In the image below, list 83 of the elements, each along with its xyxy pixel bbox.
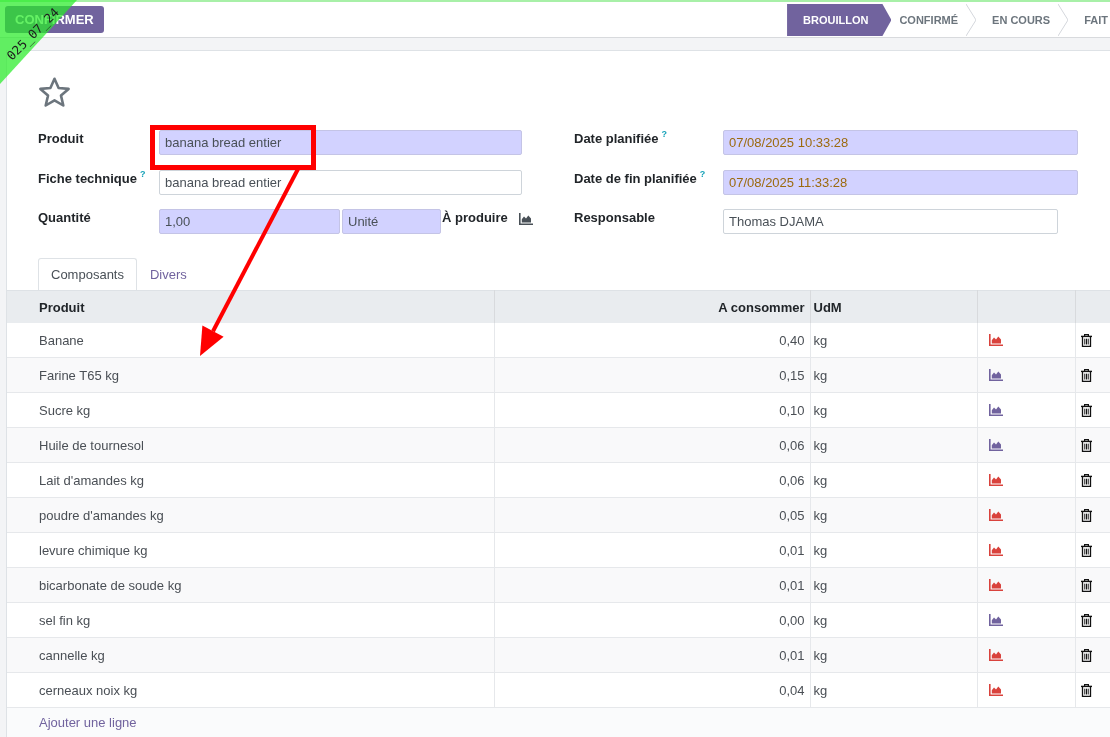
field-label: Date planifiée <box>574 131 659 146</box>
trash-icon[interactable] <box>1080 543 1092 557</box>
unit-cell: kg <box>810 323 977 358</box>
quantity-cell: 0,06 <box>494 427 810 463</box>
tab[interactable]: Composants <box>38 258 137 290</box>
text-input[interactable]: banana bread entier <box>159 169 522 195</box>
trash-icon[interactable] <box>1080 613 1092 627</box>
field-label: Fiche technique <box>38 170 137 186</box>
user-input[interactable]: Thomas DJAMA <box>723 209 1058 234</box>
trash-icon[interactable] <box>1080 403 1092 417</box>
unit-cell: kg <box>810 357 977 393</box>
area-chart-icon[interactable] <box>988 439 1003 451</box>
status-step[interactable]: FAIT <box>1076 4 1110 36</box>
unit-input[interactable]: Unité <box>342 209 441 234</box>
product-cell: cannelle kg <box>7 637 494 673</box>
trash-icon[interactable] <box>1080 683 1092 697</box>
unit-cell: kg <box>810 427 977 463</box>
quantity-cell: 0,00 <box>494 602 810 638</box>
area-chart-icon[interactable] <box>988 369 1003 381</box>
status-step[interactable]: EN COURS <box>984 4 1077 36</box>
column-header: UdM <box>810 290 977 323</box>
product-cell: poudre d'amandes kg <box>7 497 494 533</box>
product-cell: sel fin kg <box>7 602 494 638</box>
quantity-cell: 0,06 <box>494 462 810 498</box>
help-marker[interactable]: ? <box>139 168 146 179</box>
field-label: Responsable <box>574 210 655 225</box>
to-produce-label: À produire <box>442 209 508 227</box>
trash-icon[interactable] <box>1080 508 1092 522</box>
quantity-cell: 0,10 <box>494 392 810 428</box>
unit-cell: kg <box>810 392 977 428</box>
unit-cell: kg <box>810 637 977 673</box>
area-chart-icon[interactable] <box>518 213 533 225</box>
column-header: A consommer <box>494 290 810 323</box>
star-icon[interactable] <box>38 77 71 108</box>
area-chart-icon[interactable] <box>988 614 1003 626</box>
field-label: Produit <box>38 131 84 146</box>
trash-icon[interactable] <box>1080 333 1092 347</box>
tab[interactable]: Divers <box>137 258 200 290</box>
quantity-cell: 0,01 <box>494 532 810 568</box>
unit-cell: kg <box>810 567 977 603</box>
quantity-cell: 0,40 <box>494 323 810 358</box>
product-cell: Sucre kg <box>7 392 494 428</box>
area-chart-icon[interactable] <box>988 509 1003 521</box>
area-chart-icon[interactable] <box>988 474 1003 486</box>
area-chart-icon[interactable] <box>988 579 1003 591</box>
quantity-cell: 0,15 <box>494 357 810 393</box>
status-step[interactable]: BROUILLON <box>787 4 892 36</box>
help-marker[interactable]: ? <box>699 168 706 179</box>
help-marker[interactable]: ? <box>661 129 668 139</box>
product-cell: Farine T65 kg <box>7 357 494 393</box>
text-input[interactable]: 07/08/2025 11:33:28 <box>723 169 1078 195</box>
area-chart-icon[interactable] <box>988 544 1003 556</box>
add-line-link[interactable]: Ajouter une ligne <box>39 715 137 730</box>
unit-cell: kg <box>810 672 977 708</box>
field-label: Quantité <box>38 210 91 225</box>
unit-cell: kg <box>810 497 977 533</box>
product-cell: levure chimique kg <box>7 532 494 568</box>
trash-icon[interactable] <box>1080 368 1092 382</box>
text-input[interactable]: 07/08/2025 10:33:28 <box>723 130 1078 155</box>
product-cell: Huile de tournesol <box>7 427 494 463</box>
product-cell: bicarbonate de soude kg <box>7 567 494 603</box>
area-chart-icon[interactable] <box>988 649 1003 661</box>
quantity-cell: 0,01 <box>494 637 810 673</box>
quantity-input[interactable]: 1,00 <box>159 209 340 234</box>
trash-icon[interactable] <box>1080 438 1092 452</box>
unit-cell: kg <box>810 462 977 498</box>
text-input[interactable]: banana bread entier <box>159 130 522 155</box>
area-chart-icon[interactable] <box>988 404 1003 416</box>
field-label: Date de fin planifiée <box>574 170 697 186</box>
trash-icon[interactable] <box>1080 648 1092 662</box>
area-chart-icon[interactable] <box>988 684 1003 696</box>
area-chart-icon[interactable] <box>988 334 1003 346</box>
quantity-cell: 0,04 <box>494 672 810 708</box>
trash-icon[interactable] <box>1080 578 1092 592</box>
status-step[interactable]: CONFIRMÉ <box>891 4 985 36</box>
column-header: Produit <box>7 290 494 323</box>
unit-cell: kg <box>810 532 977 568</box>
product-cell: cerneaux noix kg <box>7 672 494 708</box>
quantity-cell: 0,05 <box>494 497 810 533</box>
trash-icon[interactable] <box>1080 473 1092 487</box>
product-cell: Lait d'amandes kg <box>7 462 494 498</box>
quantity-cell: 0,01 <box>494 567 810 603</box>
unit-cell: kg <box>810 602 977 638</box>
